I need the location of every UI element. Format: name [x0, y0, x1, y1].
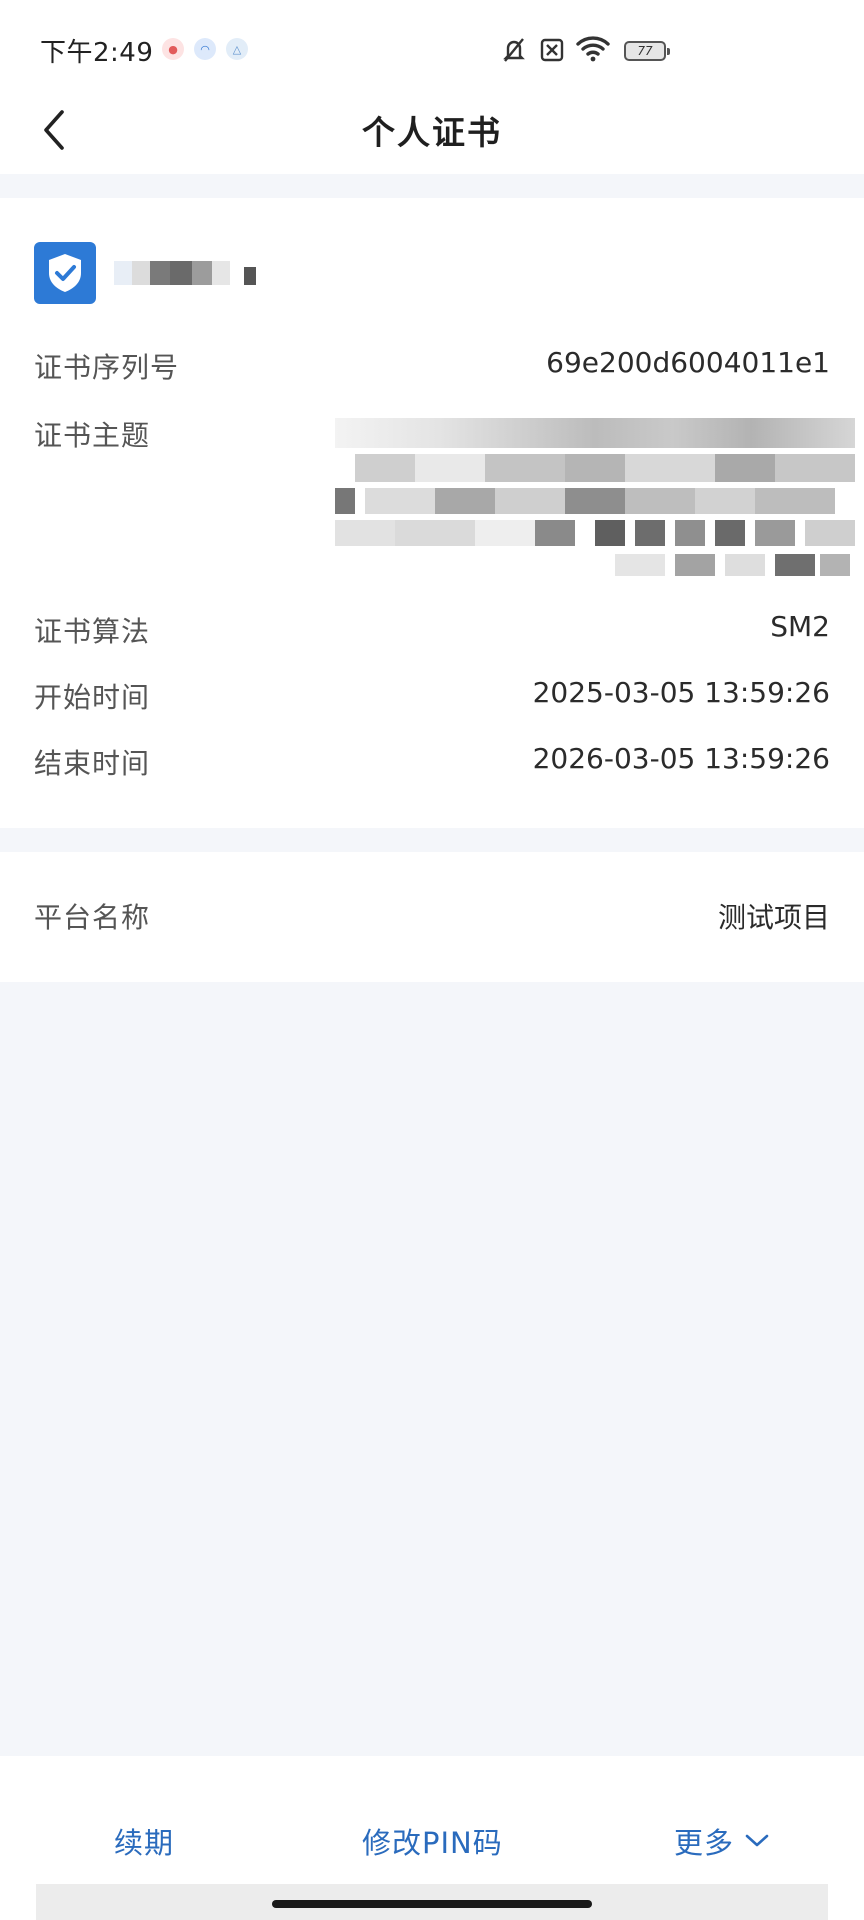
platform-value: 测试项目: [717, 901, 830, 934]
mute-icon: [503, 38, 525, 62]
certificate-owner-redacted: [114, 261, 256, 285]
renew-label: 续期: [114, 1826, 175, 1860]
status-bar: 下午2:49 ● ◠ △ 77: [0, 0, 864, 90]
renew-button[interactable]: 续期: [114, 1820, 174, 1862]
more-button[interactable]: 更多: [674, 1820, 770, 1862]
start-time-label: 开始时间: [34, 681, 151, 714]
chevron-down-icon: [745, 1834, 769, 1847]
battery-level: 77: [637, 44, 653, 58]
algorithm-value: SM2: [770, 610, 830, 643]
start-time-value: 2025-03-05 13:59:26: [532, 676, 830, 709]
end-time-value: 2026-03-05 13:59:26: [532, 742, 830, 775]
app-notification-icon: ◠: [194, 38, 216, 60]
more-label: 更多: [674, 1826, 735, 1860]
sim-icon: [540, 38, 564, 62]
subject-label: 证书主题: [34, 419, 151, 452]
serial-label: 证书序列号: [34, 351, 180, 384]
app-notification-icon: ●: [162, 38, 184, 60]
bottom-action-bar: 续期 修改PIN码 更多: [0, 1756, 864, 1920]
page-title: 个人证书: [362, 113, 502, 152]
certificate-card: 证书序列号 69e200d6004011e1 证书主题 证书算法 SM2 开始时…: [0, 198, 864, 828]
status-time: 下午2:49: [40, 38, 154, 68]
home-indicator[interactable]: [272, 1900, 592, 1908]
platform-label: 平台名称: [34, 901, 151, 934]
change-pin-button[interactable]: 修改PIN码: [362, 1820, 503, 1862]
algorithm-label: 证书算法: [34, 615, 151, 648]
change-pin-label: 修改PIN码: [362, 1826, 503, 1860]
app-notification-icon: △: [226, 38, 248, 60]
wifi-icon: [576, 36, 610, 62]
nav-bar: 个人证书: [0, 90, 864, 174]
subject-value-redacted: [335, 414, 855, 580]
end-time-label: 结束时间: [34, 747, 151, 780]
notification-icons: ● ◠ △: [162, 38, 248, 60]
shield-check-icon: [34, 242, 96, 304]
platform-card: 平台名称 测试项目: [0, 852, 864, 982]
battery-icon: 77: [624, 41, 670, 61]
certificate-header: [34, 242, 256, 304]
serial-value: 69e200d6004011e1: [546, 346, 830, 379]
